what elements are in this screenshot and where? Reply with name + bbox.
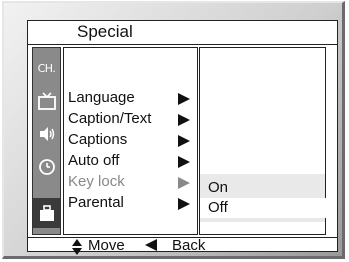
move-hint: Move (88, 237, 125, 254)
menu-item-captions[interactable]: Captions (68, 130, 196, 150)
menu-item-label: Key lock (68, 173, 125, 190)
menu-list: Language Caption/Text Captions Auto off … (63, 47, 198, 235)
arrow-up-icon (72, 239, 82, 246)
tv-icon (37, 92, 56, 110)
sidebar-item-picture[interactable] (33, 86, 60, 116)
menu-item-language[interactable]: Language (68, 88, 196, 108)
arrow-right-icon (178, 198, 190, 210)
option-label: On (208, 179, 229, 196)
menu-item-key-lock[interactable]: Key lock (68, 172, 196, 192)
arrow-right-icon (178, 135, 190, 147)
speaker-icon (39, 127, 54, 141)
menu-item-auto-off[interactable]: Auto off (68, 151, 196, 171)
clock-icon (38, 159, 55, 175)
back-hint: Back (172, 237, 206, 254)
arrow-right-icon (178, 156, 190, 168)
briefcase-icon (39, 205, 54, 221)
menu-item-label: Language (68, 89, 135, 106)
sidebar-item-channel[interactable]: CH. (33, 53, 60, 83)
arrow-right-icon (178, 177, 190, 189)
footer-hints: Move Back (28, 237, 337, 255)
menu-item-parental[interactable]: Parental (68, 193, 196, 213)
arrow-left-icon (145, 239, 157, 251)
menu-item-label: Auto off (68, 152, 120, 169)
sidebar-item-time[interactable] (33, 152, 60, 182)
osd-screen: Special CH. Language Caption/Text Captio… (27, 20, 338, 255)
menu-item-label: Caption/Text (68, 110, 152, 127)
option-on[interactable]: On (208, 178, 325, 198)
menu-item-caption-text[interactable]: Caption/Text (68, 109, 196, 129)
option-off[interactable]: Off (200, 198, 333, 218)
arrow-down-icon (72, 248, 82, 255)
menu-item-label: Parental (68, 194, 124, 211)
ch-icon: CH. (37, 61, 56, 75)
options-list: On Off (199, 47, 333, 235)
menu-item-label: Captions (68, 131, 128, 148)
page-title: Special (77, 22, 133, 41)
option-label: Off (208, 199, 228, 216)
sidebar-item-sound[interactable] (33, 119, 60, 149)
category-sidebar: CH. (32, 47, 61, 235)
sidebar-item-special[interactable] (33, 198, 60, 228)
title-bar: Special (28, 21, 337, 45)
arrow-right-icon (178, 93, 190, 105)
arrow-right-icon (178, 114, 190, 126)
